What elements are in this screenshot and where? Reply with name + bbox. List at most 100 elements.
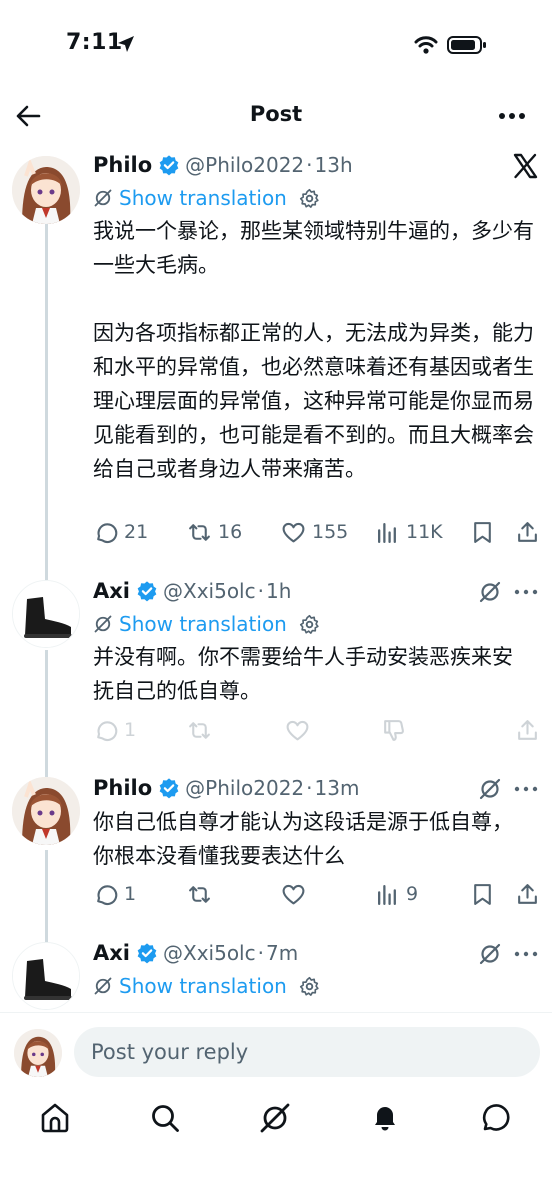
author-row: Axi @Xxi5olc · 1h [93, 576, 291, 606]
views-icon [378, 522, 396, 543]
author-name[interactable]: Philo [93, 776, 152, 800]
post-time[interactable]: 13h [315, 153, 353, 177]
share-button[interactable] [515, 880, 540, 908]
reply-button[interactable]: 1 [93, 716, 136, 744]
notifications-icon[interactable] [369, 1102, 401, 1134]
like-icon [286, 720, 309, 740]
author-handle[interactable]: @Xxi5olc [163, 579, 256, 603]
reply-post[interactable]: Axi @Xxi5olc · 1h Show translation 并没有啊。… [0, 576, 552, 746]
reply-icon [97, 522, 118, 543]
reply-button[interactable]: 1 [93, 880, 136, 908]
like-button[interactable] [281, 880, 306, 908]
show-translation-link[interactable]: Show translation [93, 972, 320, 1000]
share-button[interactable] [515, 518, 540, 546]
wifi-icon [414, 36, 438, 54]
views-button[interactable]: 11K [375, 518, 443, 546]
reply-count: 1 [124, 719, 137, 741]
more-horizontal-icon[interactable] [514, 951, 538, 957]
reply-button[interactable]: 21 [93, 518, 148, 546]
current-user-avatar[interactable] [14, 1029, 62, 1077]
avatar[interactable] [12, 942, 80, 1010]
messages-icon[interactable] [479, 1102, 511, 1134]
grok-translate-icon [94, 977, 112, 995]
thumbs-down-icon [384, 719, 404, 741]
x-logo-icon[interactable] [512, 153, 538, 179]
avatar[interactable] [12, 777, 80, 845]
grok-icon[interactable] [478, 777, 502, 801]
post-time[interactable]: 13m [315, 776, 360, 800]
bookmark-button[interactable] [470, 518, 495, 546]
author-handle[interactable]: @Philo2022 [185, 776, 304, 800]
author-row: Axi @Xxi5olc · 7m [93, 938, 298, 968]
gear-icon[interactable] [299, 188, 320, 209]
repost-button[interactable] [187, 880, 212, 908]
more-horizontal-icon[interactable] [514, 589, 538, 595]
reply-post[interactable]: Axi @Xxi5olc · 7m Show translation [0, 938, 552, 1012]
anime-girl-avatar-image [12, 156, 80, 224]
location-arrow-icon [118, 36, 134, 52]
show-translation-link[interactable]: Show translation [93, 184, 320, 212]
bookmark-button[interactable] [470, 880, 495, 908]
reply-count: 21 [124, 521, 149, 543]
anime-girl-avatar-image [12, 777, 80, 845]
like-button[interactable]: 155 [281, 518, 348, 546]
like-icon [282, 522, 305, 542]
repost-button[interactable]: 16 [187, 518, 242, 546]
downvote-button[interactable] [381, 716, 406, 744]
grok-icon[interactable] [478, 942, 502, 966]
post-actions: 1 9 [93, 880, 543, 908]
status-bar: 7:11 [0, 0, 552, 90]
share-button[interactable] [515, 716, 540, 744]
show-translation-label[interactable]: Show translation [119, 974, 287, 998]
like-button[interactable] [285, 716, 310, 744]
grok-icon[interactable] [259, 1102, 291, 1134]
repost-icon [189, 721, 210, 739]
reply-icon [97, 720, 118, 741]
verified-badge-icon [137, 943, 157, 964]
reply-icon [97, 884, 118, 905]
verified-badge-icon [137, 581, 157, 602]
show-translation-link[interactable]: Show translation [93, 610, 320, 638]
gear-icon[interactable] [299, 614, 320, 635]
repost-icon [189, 885, 210, 903]
share-icon [518, 521, 537, 542]
reply-post[interactable]: Philo @Philo2022 · 13m 你自己低自尊才能认为这段话是源于低… [0, 773, 552, 913]
post-time[interactable]: 7m [266, 941, 298, 965]
boot-avatar-image [13, 581, 79, 647]
battery-icon [447, 36, 486, 54]
post-text: 你自己低自尊才能认为这段话是源于低自尊，你根本没看懂我要表达什么 [93, 810, 513, 868]
author-handle[interactable]: @Philo2022 [185, 153, 304, 177]
main-post[interactable]: Philo @Philo2022 · 13h Show translation … [0, 150, 552, 560]
author-name[interactable]: Axi [93, 579, 130, 603]
gear-icon[interactable] [299, 976, 320, 997]
show-translation-label[interactable]: Show translation [119, 186, 287, 210]
post-time[interactable]: 1h [266, 579, 291, 603]
dot-separator: · [306, 776, 313, 800]
share-icon [518, 883, 537, 904]
repost-button[interactable] [187, 716, 212, 744]
grok-translate-icon [94, 615, 112, 633]
verified-badge-icon [159, 155, 179, 176]
show-translation-label[interactable]: Show translation [119, 612, 287, 636]
more-horizontal-icon[interactable] [498, 112, 526, 120]
more-horizontal-icon[interactable] [514, 786, 538, 792]
views-button[interactable]: 9 [375, 880, 418, 908]
search-icon[interactable] [149, 1102, 181, 1134]
author-handle[interactable]: @Xxi5olc [163, 941, 256, 965]
grok-icon[interactable] [478, 580, 502, 604]
bookmark-icon [474, 521, 491, 543]
post-actions: 21 16 155 11K [93, 518, 543, 546]
avatar[interactable] [12, 580, 80, 648]
post-text: 我说一个暴论，那些某领域特别牛逼的，多少有一些大毛病。 因为各项指标都正常的人，… [93, 219, 534, 481]
view-count: 9 [406, 883, 419, 905]
reply-input[interactable]: Post your reply [74, 1027, 540, 1077]
home-icon[interactable] [39, 1102, 71, 1134]
author-name[interactable]: Axi [93, 941, 130, 965]
author-name[interactable]: Philo [93, 153, 152, 177]
top-nav-header: Post [0, 90, 552, 142]
dot-separator: · [257, 579, 264, 603]
post-text: 并没有啊。你不需要给牛人手动安装恶疾来安抚自己的低自尊。 [93, 645, 513, 703]
avatar[interactable] [12, 156, 80, 224]
verified-badge-icon [159, 778, 179, 799]
page-title: Post [249, 102, 303, 126]
